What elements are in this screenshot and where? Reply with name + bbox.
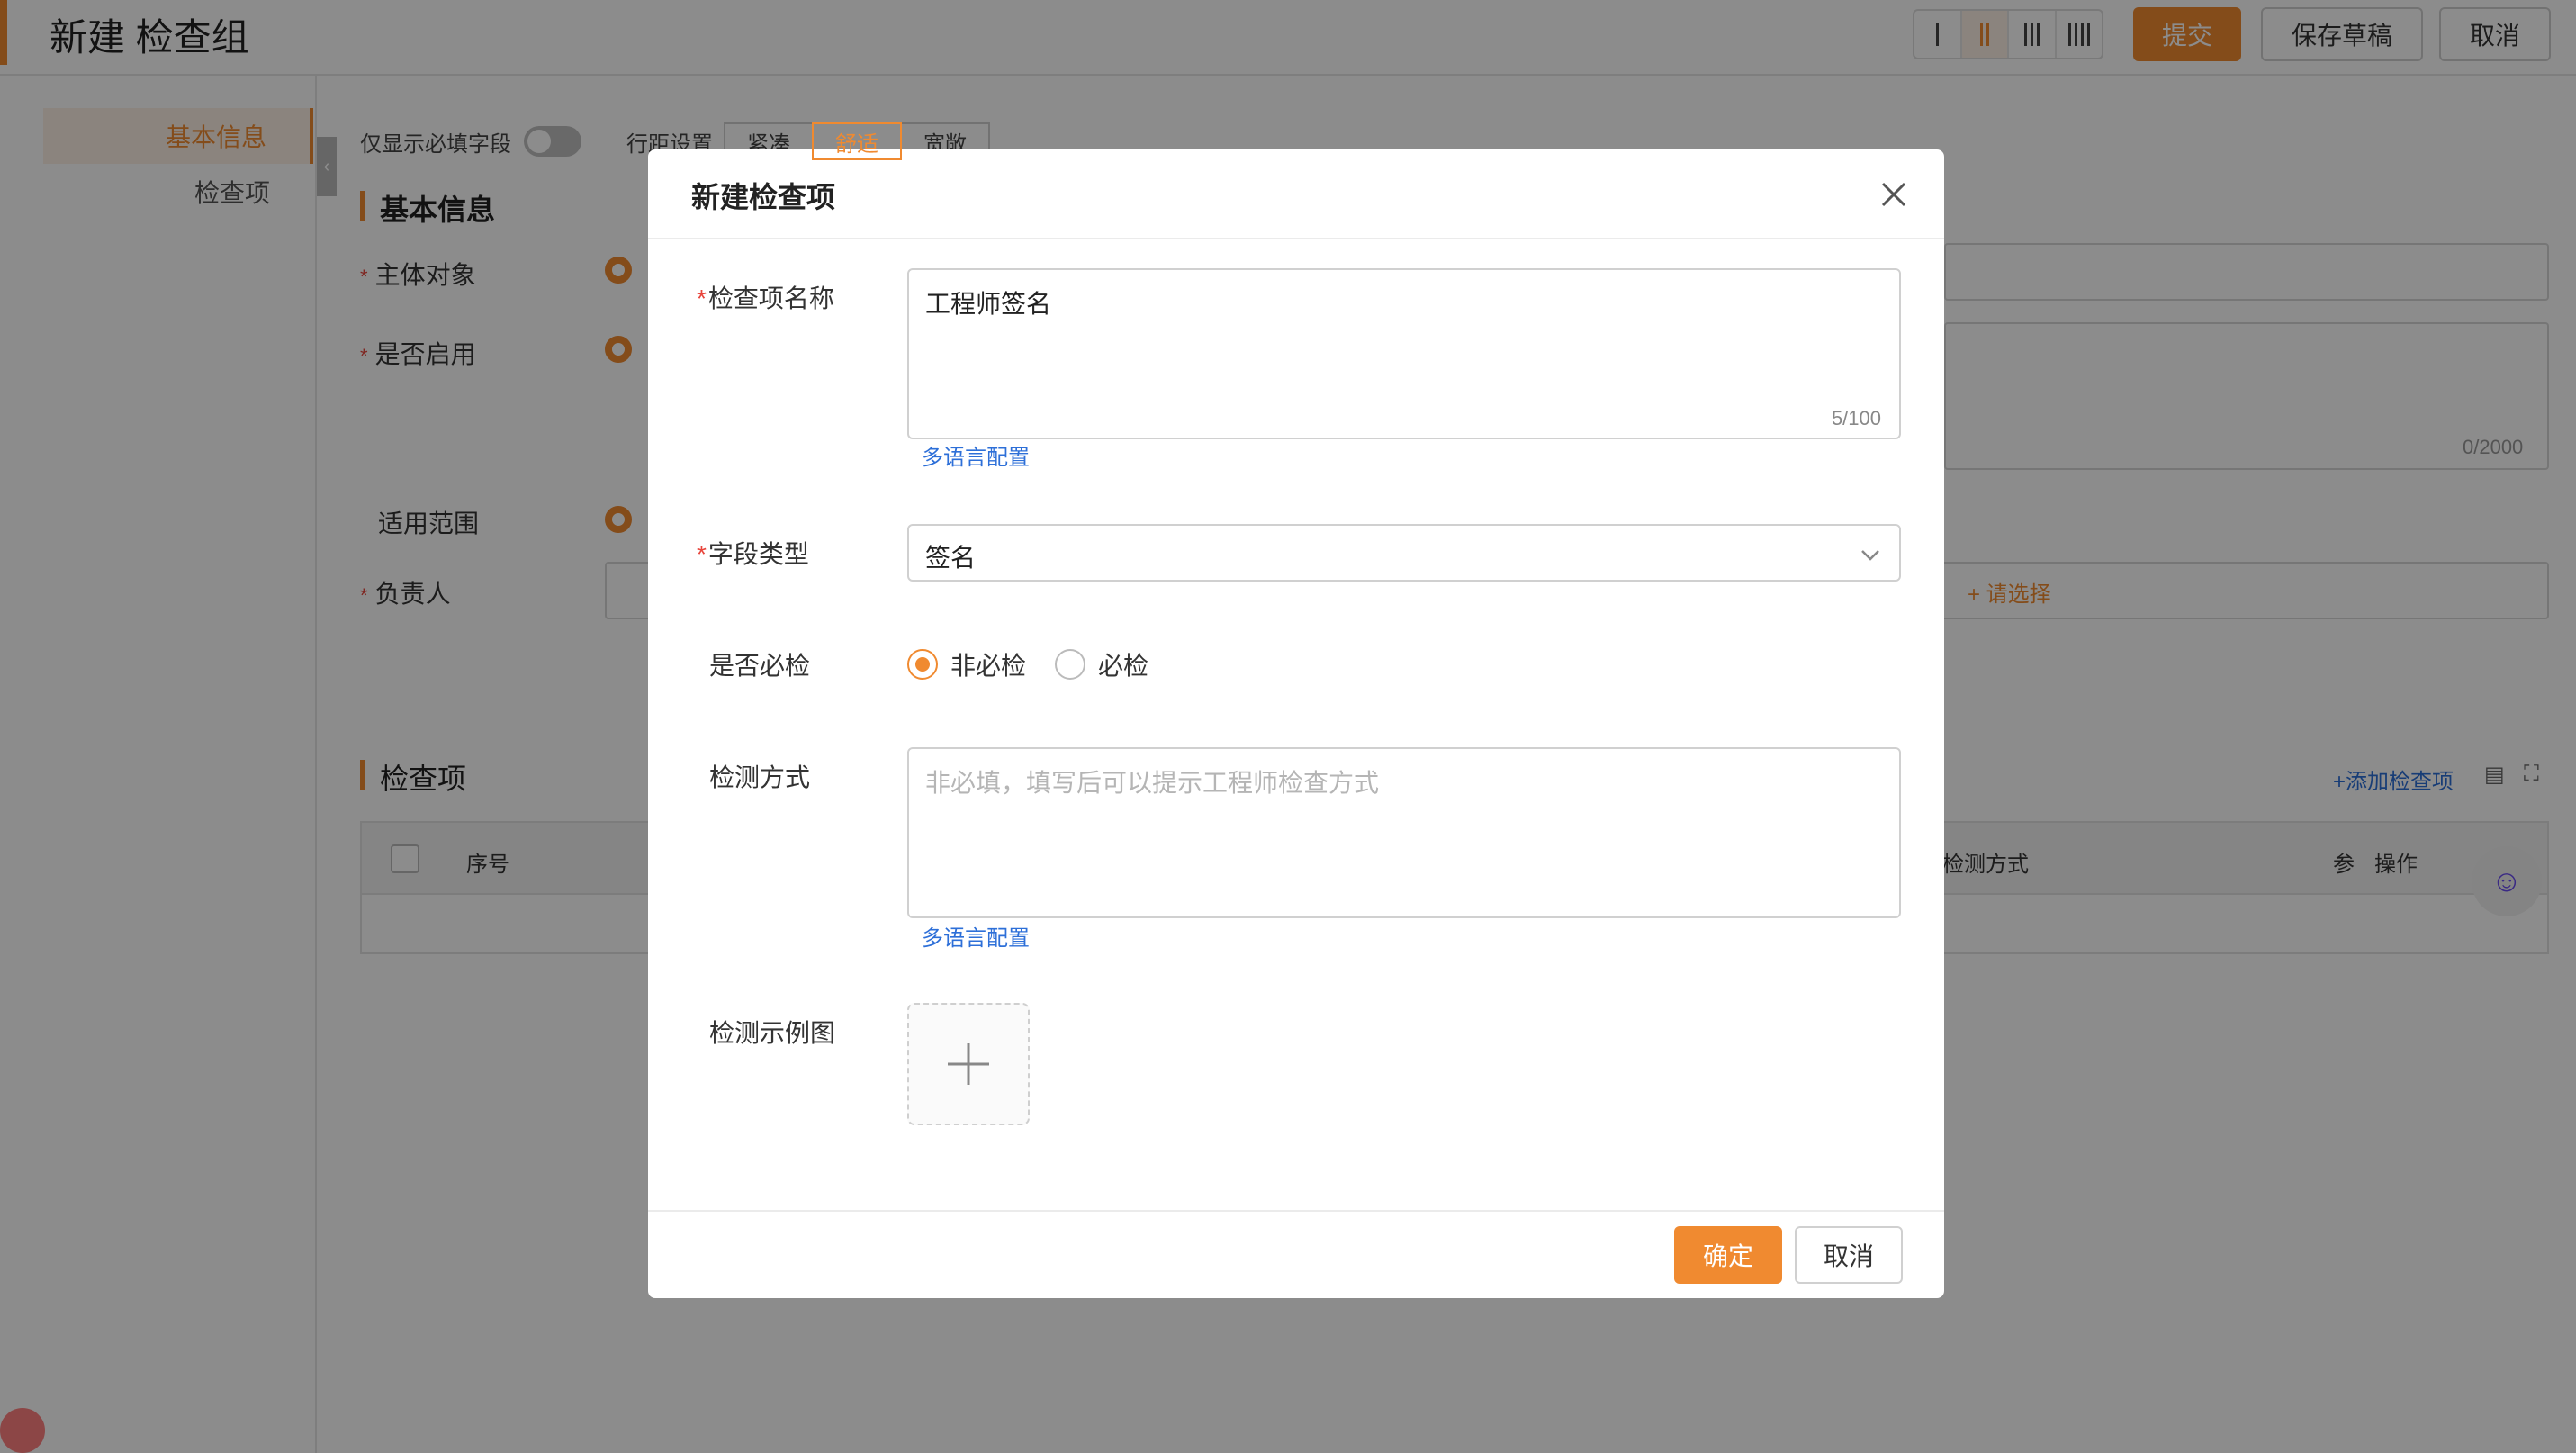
method-field-label: 检测方式 <box>709 763 811 791</box>
image-field-label: 检测示例图 <box>709 1019 836 1047</box>
method-placeholder: 非必填，填写后可以提示工程师检查方式 <box>925 769 1380 797</box>
chevron-down-icon <box>1861 550 1879 561</box>
radio-optional-check[interactable] <box>907 649 938 680</box>
method-textarea[interactable]: 非必填，填写后可以提示工程师检查方式 <box>907 747 1901 918</box>
dialog-footer: 确定 取消 <box>648 1210 1944 1298</box>
field-type-select[interactable]: 签名 <box>907 524 1901 582</box>
radio-mandatory-check[interactable] <box>1055 649 1086 680</box>
plus-icon <box>948 1043 989 1085</box>
spacing-option-comfortable[interactable]: 舒适 <box>812 122 902 160</box>
radio-optional-check-label[interactable]: 非必检 <box>950 646 1026 682</box>
name-value: 工程师签名 <box>925 290 1052 318</box>
method-i18n-link[interactable]: 多语言配置 <box>922 920 1030 952</box>
new-check-item-dialog: 新建检查项 *检查项名称 工程师签名 5/100 多语言配置 *字段类型 签名 … <box>648 149 1944 1298</box>
dialog-header: 新建检查项 <box>648 149 1944 239</box>
confirm-button[interactable]: 确定 <box>1674 1226 1782 1284</box>
example-image-upload[interactable] <box>907 1003 1030 1125</box>
name-textarea[interactable]: 工程师签名 5/100 <box>907 268 1901 439</box>
close-icon[interactable] <box>1876 176 1912 212</box>
dialog-cancel-button[interactable]: 取消 <box>1795 1226 1903 1284</box>
required-check-radio-group: 非必检 必检 <box>907 646 1177 682</box>
name-i18n-link[interactable]: 多语言配置 <box>922 439 1030 471</box>
dialog-title: 新建检查项 <box>691 181 836 213</box>
type-field-label: *字段类型 <box>697 540 809 568</box>
required-check-label: 是否必检 <box>709 652 811 680</box>
radio-mandatory-check-label[interactable]: 必检 <box>1098 646 1148 682</box>
name-field-label: *检查项名称 <box>697 284 834 312</box>
name-counter: 5/100 <box>1831 407 1881 429</box>
field-type-value: 签名 <box>925 544 977 572</box>
